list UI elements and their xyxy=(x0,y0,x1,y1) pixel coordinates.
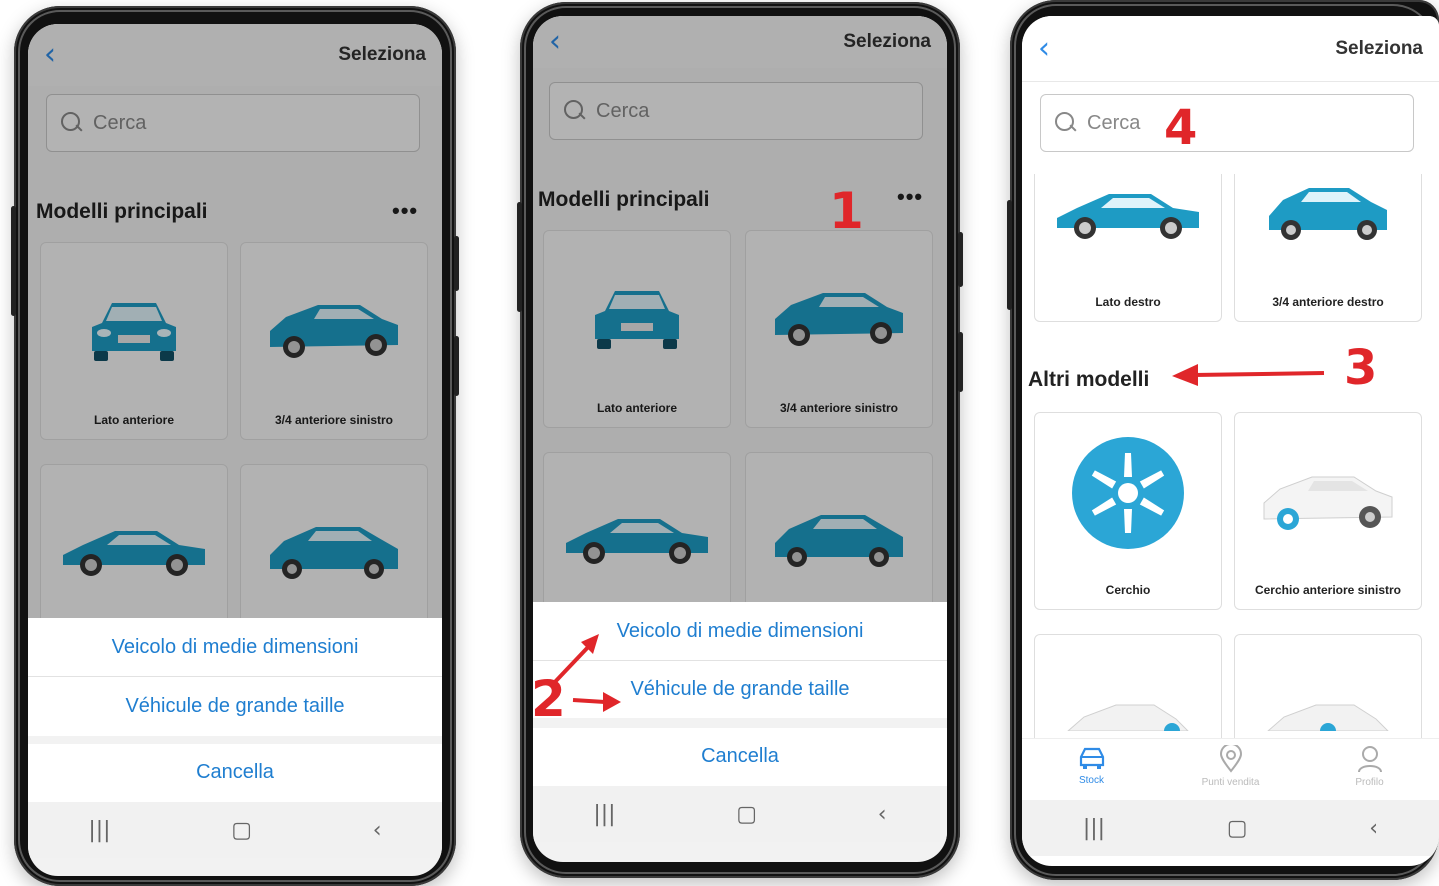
tab-profile[interactable]: Profilo xyxy=(1325,745,1415,788)
system-navbar: ||| ▢ ‹ xyxy=(1022,800,1439,856)
model-card-wheel[interactable]: Cerchio xyxy=(1034,412,1222,610)
search-input[interactable]: Cerca xyxy=(1040,94,1414,152)
tab-label: Punti vendita xyxy=(1201,777,1260,788)
search-placeholder: Cerca xyxy=(1087,111,1141,134)
car-three-quarter-icon xyxy=(1269,188,1387,240)
cancel-sheet: Cancella xyxy=(28,744,442,802)
card-label: Lato destro xyxy=(1095,295,1161,309)
options-sheet: Veicolo di medie dimensioni Véhicule de … xyxy=(28,618,442,736)
model-card-three-quarter-right[interactable]: 3/4 anteriore destro xyxy=(1234,174,1422,322)
option-large-vehicle[interactable]: Véhicule de grande taille xyxy=(28,695,442,718)
option-medium-vehicle[interactable]: Veicolo di medie dimensioni xyxy=(28,636,442,659)
cancel-sheet: Cancella xyxy=(533,728,947,786)
tab-label: Stock xyxy=(1078,775,1104,786)
phone-3-screen: ‹ Seleziona Cerca 4 Lato destro 3/4 ante… xyxy=(1022,16,1439,866)
annotation-number-3: 3 xyxy=(1344,340,1378,396)
tab-stock[interactable]: Stock xyxy=(1047,745,1137,786)
model-card-partial-1 xyxy=(1034,634,1222,754)
page-title: Seleziona xyxy=(1335,37,1423,59)
back-icon[interactable]: ‹ xyxy=(373,818,382,843)
phone-1-screen: ‹ Seleziona Cerca Modelli principali ••• xyxy=(28,24,442,876)
car-outline-icon xyxy=(1067,704,1189,731)
wheel-icon xyxy=(1072,437,1184,549)
annotation-number-2: 2 xyxy=(533,670,566,728)
stage: ‹ Seleziona Cerca Modelli principali ••• xyxy=(0,0,1439,886)
model-card-right-side[interactable]: Lato destro xyxy=(1034,174,1222,322)
car-outline-icon xyxy=(1267,704,1389,731)
phone-3: ‹ Seleziona Cerca 4 Lato destro 3/4 ante… xyxy=(1007,0,1439,880)
section-title: Altri modelli xyxy=(1028,368,1150,391)
back-icon[interactable]: ‹ xyxy=(1369,816,1378,841)
bottom-tab-bar: Stock Punti vendita Profilo xyxy=(1022,738,1439,800)
overlay-dim[interactable] xyxy=(533,16,947,602)
cancel-button[interactable]: Cancella xyxy=(28,761,442,784)
search-icon xyxy=(1055,112,1077,134)
card-label: Cerchio xyxy=(1105,583,1151,597)
user-icon xyxy=(1357,746,1382,773)
recent-apps-icon[interactable]: ||| xyxy=(88,818,110,843)
phone-2: ‹ Seleziona Cerca Modelli principali •••… xyxy=(517,2,963,878)
model-card-partial-2 xyxy=(1234,634,1422,754)
overlay-dim[interactable] xyxy=(28,24,442,618)
home-icon[interactable]: ▢ xyxy=(1227,816,1248,841)
car-wheel-highlight-icon xyxy=(1263,476,1393,530)
cancel-button[interactable]: Cancella xyxy=(533,745,947,768)
phone-2-screen: ‹ Seleziona Cerca Modelli principali •••… xyxy=(533,16,947,862)
home-icon[interactable]: ▢ xyxy=(736,802,757,827)
recent-apps-icon[interactable]: ||| xyxy=(593,802,615,827)
car-icon xyxy=(1079,747,1104,769)
system-navbar: ||| ▢ ‹ xyxy=(533,786,947,842)
location-pin-icon xyxy=(1219,745,1242,773)
annotation-number-1: 1 xyxy=(829,182,864,240)
tab-label: Profilo xyxy=(1355,777,1384,788)
annotation-arrow xyxy=(1172,364,1325,386)
car-side-icon xyxy=(1057,194,1199,239)
back-icon[interactable]: ‹ xyxy=(878,802,887,827)
card-label: Cerchio anteriore sinistro xyxy=(1254,583,1402,597)
tab-points-of-sale[interactable]: Punti vendita xyxy=(1186,745,1276,788)
system-navbar: ||| ▢ ‹ xyxy=(28,802,442,858)
home-icon[interactable]: ▢ xyxy=(231,818,252,843)
annotation-number-4: 4 xyxy=(1164,100,1198,156)
model-card-front-left-wheel[interactable]: Cerchio anteriore sinistro xyxy=(1234,412,1422,610)
phone-1: ‹ Seleziona Cerca Modelli principali ••• xyxy=(11,6,459,886)
back-icon[interactable]: ‹ xyxy=(1038,33,1050,64)
recent-apps-icon[interactable]: ||| xyxy=(1083,816,1105,841)
card-label: 3/4 anteriore destro xyxy=(1272,295,1384,309)
top-bar: ‹ Seleziona xyxy=(1022,16,1439,82)
